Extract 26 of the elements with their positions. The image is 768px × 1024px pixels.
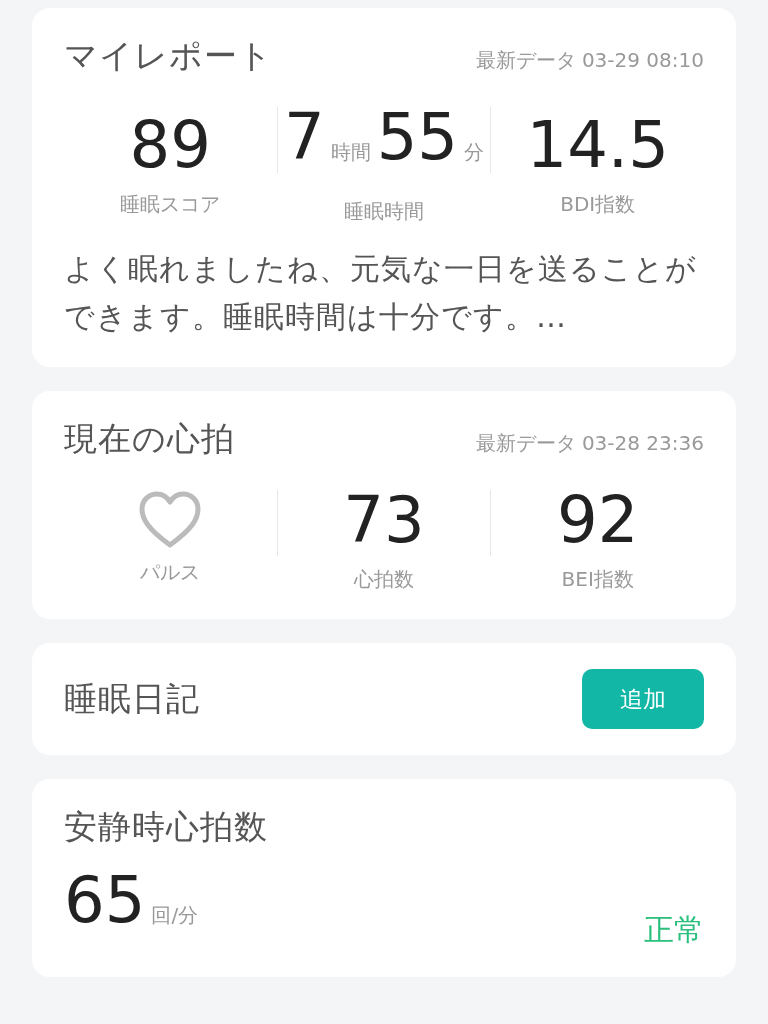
summary-text: よく眠れましたね、元気な一日を送ることができます。睡眠時間は十分です。… (64, 250, 698, 336)
unit-label: 分 (464, 139, 485, 166)
update-time: 最新データ 03-29 08:10 (475, 47, 704, 74)
status-label: 正常 (644, 911, 704, 949)
card-title: マイレポート (64, 35, 273, 77)
card-title: 睡眠日記 (64, 677, 200, 720)
heart-icon (138, 491, 203, 549)
update-time: 最新データ 03-28 23:36 (475, 430, 704, 457)
metric-value: 55 (376, 101, 459, 173)
metric-value: 92 (556, 484, 639, 556)
metric-value: 14.5 (526, 108, 669, 181)
card-title: 安静時心拍数 (64, 806, 269, 848)
metric-value: 73 (343, 484, 425, 556)
metric-label: BDI指数 (560, 190, 636, 218)
unit-label: 時間 (330, 139, 371, 166)
metric-value: 89 (129, 108, 212, 181)
metric-label: 睡眠時間 (344, 198, 424, 225)
metric-label: 睡眠スコア (120, 190, 221, 218)
metric-value: 65 (64, 864, 146, 936)
add-button[interactable]: 追加 (582, 669, 704, 729)
metric-label: パルス (140, 559, 201, 586)
unit-label: 回/分 (151, 902, 199, 929)
metric-value: 7 (283, 101, 325, 173)
metric-label: BEI指数 (561, 566, 634, 593)
card-title: 現在の心拍 (64, 418, 235, 460)
metric-label: 心拍数 (354, 566, 414, 593)
